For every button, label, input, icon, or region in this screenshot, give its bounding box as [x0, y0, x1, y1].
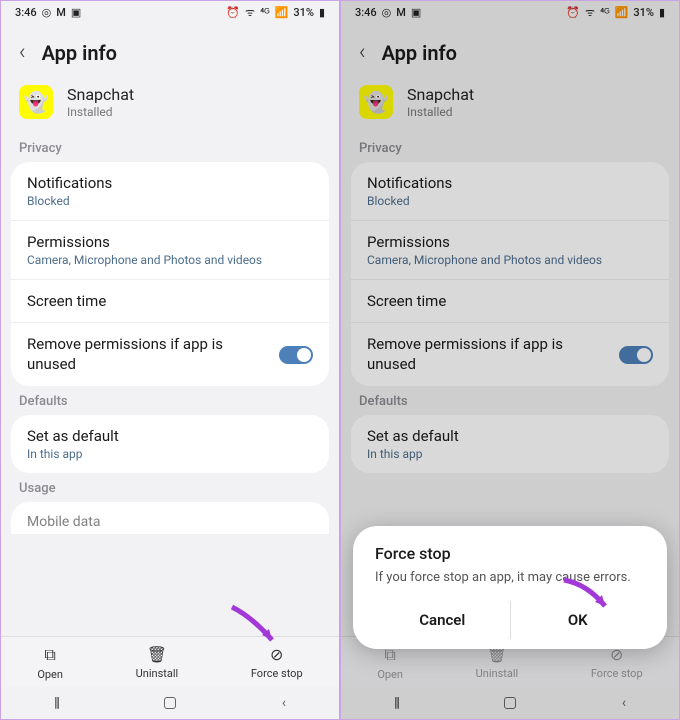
status-time: 3:46	[355, 6, 377, 19]
phone-screenshot-left: 3:46 ◎ M ▣ ⏰ ᯤ ⁴ᴳ 📶 31% ▮ ‹ App info 👻 S…	[0, 0, 340, 720]
force-stop-button: ⊘ Force stop	[591, 645, 643, 681]
open-button: ⧉ Open	[377, 645, 403, 681]
battery-percent: 31%	[293, 6, 314, 19]
trash-icon: 🗑	[147, 645, 167, 664]
instagram-icon: ◎	[382, 6, 392, 19]
nav-back-icon[interactable]: ‹	[622, 695, 626, 711]
home-icon[interactable]	[164, 697, 176, 709]
gmail-icon: M	[396, 6, 406, 19]
app-install-status: Installed	[67, 105, 134, 119]
row-screen-time[interactable]: Screen time	[11, 280, 329, 323]
privacy-card: Notifications Blocked Permissions Camera…	[11, 162, 329, 386]
section-usage: Usage	[1, 473, 339, 502]
status-bar: 3:46 ◎ M ▣ ⏰ ᯤ ⁴ᴳ 📶 31% ▮	[341, 1, 679, 22]
annotation-arrow	[559, 572, 619, 629]
section-defaults: Defaults	[341, 386, 679, 415]
wifi-icon: ᯤ	[245, 5, 255, 20]
toggle-switch[interactable]	[279, 346, 313, 364]
defaults-card: Set as default In this app	[351, 415, 669, 473]
row-mobile-data[interactable]: Mobile data	[11, 502, 329, 534]
row-notifications[interactable]: Notifications Blocked	[11, 162, 329, 221]
app-name: Snapchat	[67, 85, 134, 104]
battery-icon: ▮	[319, 6, 325, 19]
force-stop-dialog: Force stop If you force stop an app, it …	[353, 526, 667, 649]
header: ‹ App info	[341, 22, 679, 75]
row-permissions: Permissions Camera, Microphone and Photo…	[351, 221, 669, 280]
uninstall-button[interactable]: 🗑 Uninstall	[136, 645, 179, 681]
header: ‹ App info	[1, 22, 339, 75]
back-icon[interactable]: ‹	[19, 40, 26, 65]
row-set-default: Set as default In this app	[351, 415, 669, 473]
bottom-actions: ⧉ Open 🗑 Uninstall ⊘ Force stop	[1, 636, 339, 687]
signal-icon: 📶	[275, 6, 289, 19]
volte-icon: ⁴ᴳ	[600, 6, 610, 19]
open-button[interactable]: ⧉ Open	[37, 645, 63, 681]
row-remove-permissions[interactable]: Remove permissions if app is unused	[11, 323, 329, 386]
row-permissions[interactable]: Permissions Camera, Microphone and Photo…	[11, 221, 329, 280]
battery-percent: 31%	[633, 6, 654, 19]
page-title: App info	[42, 41, 117, 65]
wifi-icon: ᯤ	[585, 5, 595, 20]
app-summary: 👻 Snapchat Installed	[341, 75, 679, 133]
recents-icon[interactable]: |||	[54, 695, 58, 711]
row-notifications: Notifications Blocked	[351, 162, 669, 221]
section-defaults: Defaults	[1, 386, 339, 415]
app-name: Snapchat	[407, 85, 474, 104]
back-icon: ‹	[359, 40, 366, 65]
app-install-status: Installed	[407, 105, 474, 119]
row-screen-time: Screen time	[351, 280, 669, 323]
recents-icon[interactable]: |||	[394, 695, 398, 711]
battery-icon: ▮	[659, 6, 665, 19]
alarm-icon: ⏰	[566, 6, 580, 19]
section-privacy: Privacy	[1, 133, 339, 162]
instagram-icon: ◎	[42, 6, 52, 19]
row-remove-permissions: Remove permissions if app is unused	[351, 323, 669, 386]
uninstall-button: 🗑 Uninstall	[476, 645, 519, 681]
cancel-button[interactable]: Cancel	[375, 601, 511, 639]
signal-icon: 📶	[615, 6, 629, 19]
dialog-title: Force stop	[375, 544, 645, 563]
nav-back-icon[interactable]: ‹	[282, 695, 286, 711]
volte-icon: ⁴ᴳ	[260, 6, 270, 19]
android-navbar: ||| ‹	[341, 687, 679, 719]
privacy-card: Notifications Blocked Permissions Camera…	[351, 162, 669, 386]
phone-screenshot-right: 3:46 ◎ M ▣ ⏰ ᯤ ⁴ᴳ 📶 31% ▮ ‹ App info 👻 S…	[340, 0, 680, 720]
annotation-arrow	[227, 602, 287, 659]
status-bar: 3:46 ◎ M ▣ ⏰ ᯤ ⁴ᴳ 📶 31% ▮	[1, 1, 339, 22]
toggle-switch	[619, 346, 653, 364]
status-time: 3:46	[15, 6, 37, 19]
app-summary[interactable]: 👻 Snapchat Installed	[1, 75, 339, 133]
defaults-card: Set as default In this app	[11, 415, 329, 473]
snapchat-icon: 👻	[19, 85, 53, 119]
page-title: App info	[382, 41, 457, 65]
section-privacy: Privacy	[341, 133, 679, 162]
row-set-default[interactable]: Set as default In this app	[11, 415, 329, 473]
alarm-icon: ⏰	[226, 6, 240, 19]
open-icon: ⧉	[44, 645, 55, 665]
snapchat-icon: 👻	[359, 85, 393, 119]
android-navbar: ||| ‹	[1, 687, 339, 719]
image-icon: ▣	[411, 6, 421, 19]
gmail-icon: M	[56, 6, 66, 19]
home-icon[interactable]	[504, 697, 516, 709]
image-icon: ▣	[71, 6, 81, 19]
